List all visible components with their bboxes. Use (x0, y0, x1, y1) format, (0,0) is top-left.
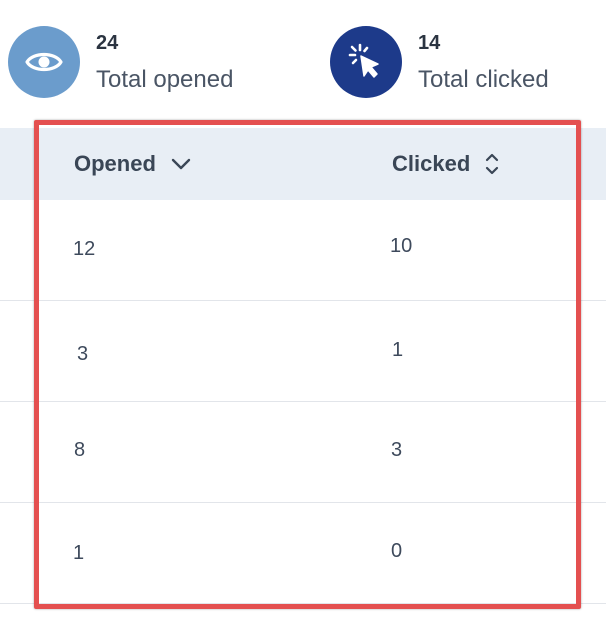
eye-icon (8, 26, 80, 98)
table-row: 1 0 (0, 503, 606, 604)
chevron-down-icon[interactable] (170, 157, 192, 171)
engagement-table: Opened Clicked 12 10 3 1 8 3 1 0 (0, 128, 606, 604)
cell-clicked: 0 (391, 540, 403, 562)
total-opened-value: 24 (96, 32, 119, 54)
table-row: 8 3 (0, 402, 606, 503)
cell-clicked: 1 (392, 339, 404, 361)
cell-clicked: 10 (390, 235, 413, 257)
column-header-opened[interactable]: Opened (74, 128, 192, 200)
column-header-opened-label: Opened (74, 151, 156, 176)
cell-opened: 8 (74, 439, 86, 461)
cell-opened: 3 (77, 343, 89, 365)
table-header: Opened Clicked (0, 128, 606, 200)
cell-clicked: 3 (391, 439, 403, 461)
column-header-clicked[interactable]: Clicked (392, 128, 500, 200)
table-row: 3 1 (0, 301, 606, 402)
cell-opened: 12 (73, 238, 96, 260)
total-clicked-value: 14 (418, 32, 441, 54)
table-row: 12 10 (0, 200, 606, 301)
stat-total-opened: 24 Total opened (8, 26, 233, 98)
sort-updown-icon[interactable] (484, 151, 500, 177)
total-clicked-label: Total clicked (418, 66, 549, 93)
stats-summary: 24 Total opened 14 Total clicked (0, 0, 606, 128)
stat-total-clicked: 14 Total clicked (330, 26, 549, 98)
cursor-click-icon (330, 26, 402, 98)
cell-opened: 1 (73, 542, 85, 564)
total-opened-label: Total opened (96, 66, 234, 93)
column-header-clicked-label: Clicked (392, 151, 471, 176)
